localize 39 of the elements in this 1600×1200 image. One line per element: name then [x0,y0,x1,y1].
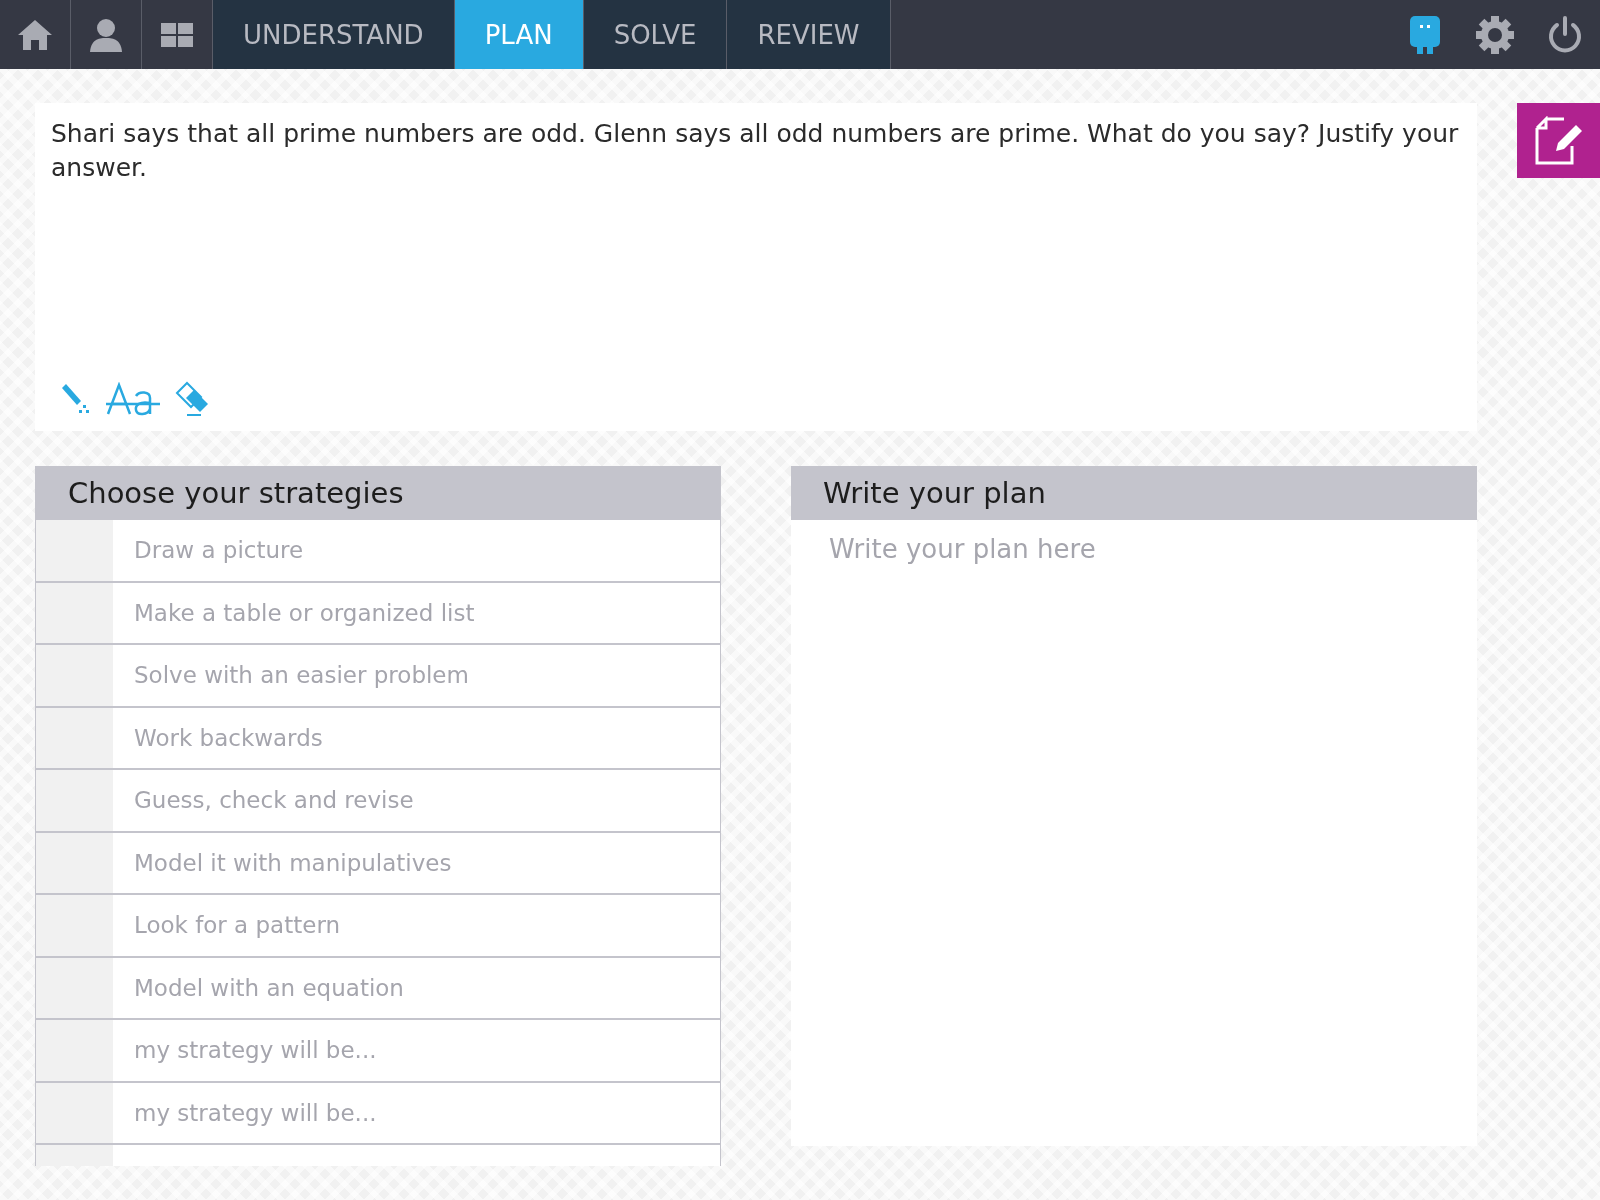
panel-title: Write your plan [823,476,1046,510]
step-tab[interactable]: SOLVE [583,0,728,69]
strategy-row[interactable]: Make a table or organized list [36,582,720,645]
strategy-text: Look for a pattern [133,912,341,939]
strikethrough-text-icon[interactable] [105,382,161,416]
strategy-text: Model with an equation [133,974,404,1001]
step-tab[interactable]: PLAN [454,0,584,69]
question-text: Shari says that all prime numbers are odd. Glenn says all odd numbers are prime. What do you say? Justify your answer. [51,118,1460,184]
strategy-row[interactable]: Model it with manipulatives [36,832,720,895]
strategy-row[interactable]: Look for a pattern [36,895,720,958]
step-tab[interactable]: UNDERSTAND [213,0,455,69]
grid-icon [161,22,193,47]
home-icon [16,17,54,52]
strategy-row[interactable]: Solve with an easier problem [36,645,720,708]
plan-input-field[interactable]: Write your plan here [791,520,1477,1146]
strategy-row[interactable]: my strategy will be... [36,1082,720,1145]
strategy-text: Guess, check and revise [133,787,414,814]
highlighter-icon[interactable] [59,383,91,415]
robot-icon [1409,14,1441,55]
person-icon [88,16,124,53]
settings-icon [1475,14,1515,55]
panel-title: Choose your strategies [68,476,404,510]
eraser-icon[interactable] [175,381,211,417]
strategy-text: my strategy will be... [133,1037,377,1064]
strategy-text: Model it with manipulatives [133,849,452,876]
edit-document-icon [1533,115,1584,166]
strategy-text: my strategy will be... [133,1099,377,1126]
strategy-row[interactable]: Work backwards [36,707,720,770]
strategy-text: Solve with an easier problem [133,662,469,689]
strategy-row[interactable]: Guess, check and revise [36,770,720,833]
strategy-text: Make a table or organized list [133,599,475,626]
strategy-text: Draw a picture [133,537,304,564]
strategy-row[interactable]: Model with an equation [36,957,720,1020]
power-icon [1547,15,1583,54]
strategy-row[interactable]: Draw a picture [36,520,720,583]
step-tab[interactable]: REVIEW [727,0,891,69]
strategy-text: Work backwards [133,724,323,751]
strategy-row[interactable]: my strategy will be... [36,1020,720,1083]
edit-button[interactable] [1517,103,1600,178]
